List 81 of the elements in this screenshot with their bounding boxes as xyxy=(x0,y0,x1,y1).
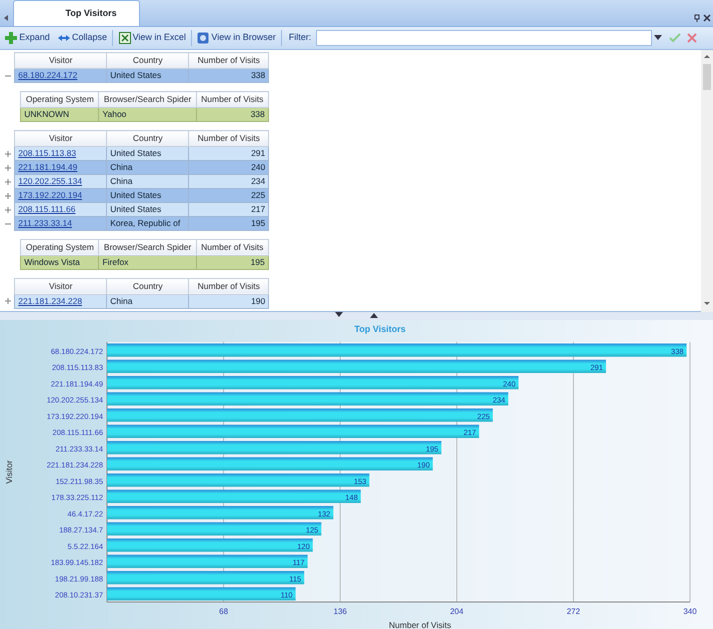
column-header[interactable]: Number of Visits xyxy=(196,239,268,255)
table-cell: UNKNOWN xyxy=(20,107,99,122)
table-cell: 68.180.224.172 xyxy=(14,68,107,82)
tab-scroll-icon[interactable] xyxy=(2,14,10,22)
collapse-up-icon[interactable] xyxy=(370,312,378,318)
arrows-icon xyxy=(58,32,70,44)
column-header[interactable]: Visitor xyxy=(14,52,107,68)
table-cell: China xyxy=(106,160,189,174)
table-cell: 291 xyxy=(188,146,269,160)
scrollbar[interactable] xyxy=(701,50,713,312)
table-cell: 221.181.234.228 xyxy=(14,294,107,308)
table-cell: China xyxy=(106,174,189,188)
column-header[interactable]: Visitor xyxy=(14,130,107,146)
table-cell: Yahoo xyxy=(98,107,196,122)
dropdown-caret-icon[interactable] xyxy=(654,35,662,41)
collapse-row-icon[interactable] xyxy=(5,72,12,79)
table-cell: 195 xyxy=(188,216,269,230)
table-cell: 173.192.220.194 xyxy=(14,188,107,202)
column-header[interactable]: Number of Visits xyxy=(188,130,269,146)
spreadsheet-icon xyxy=(118,32,131,44)
expand-icon xyxy=(5,32,18,44)
x-axis-title: Number of Visits xyxy=(388,620,452,629)
axis-tick-label: 204 xyxy=(450,607,464,616)
axis-tick-label: 340 xyxy=(683,607,697,616)
table-cell: United States xyxy=(106,68,189,82)
expand-row-icon[interactable] xyxy=(5,192,12,199)
axis-tick-label: 272 xyxy=(566,607,580,616)
toolbar-button[interactable]: Expand xyxy=(2,30,53,46)
toolbar-button[interactable]: View in Excel xyxy=(116,30,189,46)
pin-icon[interactable] xyxy=(692,14,700,22)
table-cell: 195 xyxy=(196,255,268,269)
column-header[interactable]: Country xyxy=(106,278,189,294)
table-cell: 338 xyxy=(196,107,268,122)
table-cell: 211.233.33.14 xyxy=(14,216,107,230)
table-cell: 225 xyxy=(188,188,269,202)
y-axis-title: Visitor xyxy=(4,460,14,484)
collapse-row-icon[interactable] xyxy=(5,220,12,227)
column-header[interactable]: Number of Visits xyxy=(188,52,269,68)
table-cell: United States xyxy=(106,202,189,216)
table-cell: 208.115.111.66 xyxy=(14,202,107,216)
column-header[interactable]: Browser/Search Spider xyxy=(98,92,196,108)
table-cell: 338 xyxy=(188,68,269,82)
table-cell: 217 xyxy=(188,202,269,216)
table-cell: China xyxy=(106,294,189,308)
expand-row-icon[interactable] xyxy=(5,178,12,185)
column-header[interactable]: Number of Visits xyxy=(188,278,269,294)
column-header[interactable]: Number of Visits xyxy=(196,92,268,108)
filter-label: Filter: xyxy=(288,31,312,44)
expand-row-icon[interactable] xyxy=(5,164,12,171)
apply-check-icon[interactable] xyxy=(668,33,680,43)
table-cell: Korea, Republic of xyxy=(106,216,189,230)
column-header[interactable]: Visitor xyxy=(14,278,107,294)
column-header[interactable]: Country xyxy=(106,52,189,68)
toolbar-button[interactable]: Collapse xyxy=(55,30,110,46)
document-tab[interactable]: Top Visitors xyxy=(12,0,140,26)
table-cell: Firefox xyxy=(98,255,196,269)
collapse-down-icon[interactable] xyxy=(335,312,343,318)
table-cell: 208.115.113.83 xyxy=(14,146,107,160)
table-cell: 234 xyxy=(188,174,269,188)
column-header[interactable]: Operating System xyxy=(20,239,99,255)
chart-title: Top Visitors xyxy=(354,324,406,334)
column-header[interactable]: Country xyxy=(106,130,189,146)
filter-field[interactable] xyxy=(316,30,652,46)
axis-tick-label: 68 xyxy=(219,607,228,616)
table-cell: United States xyxy=(106,146,189,160)
expand-row-icon[interactable] xyxy=(5,150,12,157)
clear-filter-icon[interactable] xyxy=(687,33,698,43)
table-cell: Windows Vista xyxy=(20,255,99,269)
table-cell: 190 xyxy=(188,294,269,308)
column-header[interactable]: Operating System xyxy=(20,92,99,108)
column-header[interactable]: Browser/Search Spider xyxy=(98,239,196,255)
browser-icon xyxy=(197,32,210,44)
axis-tick-label: 136 xyxy=(334,607,347,616)
table-cell: United States xyxy=(106,188,189,202)
close-icon[interactable] xyxy=(702,14,711,22)
table-cell: 120.202.255.134 xyxy=(14,174,107,188)
table-cell: 221.181.194.49 xyxy=(14,160,107,174)
toolbar-button[interactable]: View in Browser xyxy=(194,30,279,46)
expand-row-icon[interactable] xyxy=(5,298,12,304)
expand-row-icon[interactable] xyxy=(5,206,12,213)
table-cell: 240 xyxy=(188,160,269,174)
